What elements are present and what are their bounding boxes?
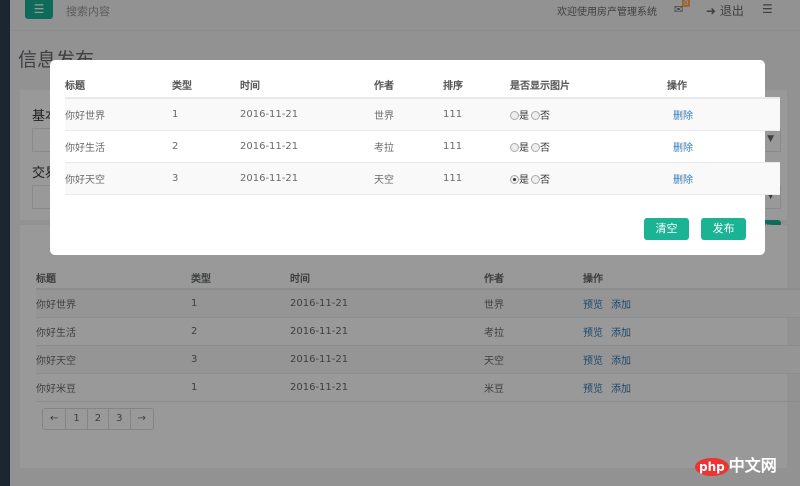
cell: 你好生活	[65, 130, 172, 163]
cell: 你好天空	[65, 162, 172, 195]
show-image-radio-group: 是否	[510, 98, 665, 131]
radio-yes-label: 是	[519, 174, 529, 186]
watermark-logo: php 中文网	[695, 452, 777, 476]
col-header: 是否显示图片	[510, 72, 665, 99]
radio-yes[interactable]	[510, 175, 519, 184]
delete-link[interactable]: 删除	[673, 143, 693, 154]
table-row: 你好世界 1 2016-11-21 世界 111 是否删除	[65, 98, 780, 131]
radio-no[interactable]	[531, 111, 540, 121]
col-header: 排序	[443, 72, 510, 99]
cell: 111	[443, 98, 510, 131]
publish-modal: 标题 类型 时间 作者 排序 是否显示图片 操作 你好世界 1 2016-11-21 世界 111 是…	[50, 60, 780, 255]
delete-link[interactable]: 删除	[673, 111, 693, 122]
show-image-radio-group: 是否	[510, 130, 665, 163]
cell: 2016-11-21	[240, 98, 374, 131]
cell: 天空	[374, 162, 443, 195]
cell: 2016-11-21	[240, 162, 374, 195]
table-row: 你好生活 2 2016-11-21 考拉 111 是否删除	[65, 130, 780, 163]
cell: 世界	[374, 98, 443, 131]
cell: 111	[443, 130, 510, 163]
col-header: 标题	[65, 72, 172, 99]
col-header: 作者	[374, 72, 443, 99]
cell: 111	[443, 162, 510, 195]
col-header: 类型	[172, 72, 240, 99]
radio-no-label: 否	[540, 174, 550, 186]
cell: 2016-11-21	[240, 130, 374, 163]
col-header: 时间	[240, 72, 374, 99]
radio-no-label: 否	[540, 142, 550, 154]
cell: 你好世界	[65, 98, 172, 131]
clear-button[interactable]: 清空	[644, 218, 689, 240]
radio-no[interactable]	[531, 175, 540, 184]
radio-yes-label: 是	[519, 142, 529, 154]
radio-yes[interactable]	[510, 143, 519, 152]
cell: 3	[172, 162, 240, 195]
publish-button[interactable]: 发布	[701, 218, 746, 240]
show-image-radio-group: 是否	[510, 162, 665, 195]
table-row: 你好天空 3 2016-11-21 天空 111 是否删除	[65, 162, 780, 195]
cell: 1	[172, 98, 240, 131]
radio-no-label: 否	[540, 110, 550, 122]
radio-yes-label: 是	[519, 110, 529, 122]
cell: 考拉	[374, 130, 443, 163]
modal-table: 标题 类型 时间 作者 排序 是否显示图片 操作 你好世界 1 2016-11-21 世界 111 是…	[65, 72, 780, 195]
cell: 2	[172, 130, 240, 163]
delete-link[interactable]: 删除	[673, 175, 693, 186]
col-header: 操作	[665, 72, 780, 99]
radio-yes[interactable]	[510, 111, 519, 121]
radio-no[interactable]	[531, 143, 540, 152]
